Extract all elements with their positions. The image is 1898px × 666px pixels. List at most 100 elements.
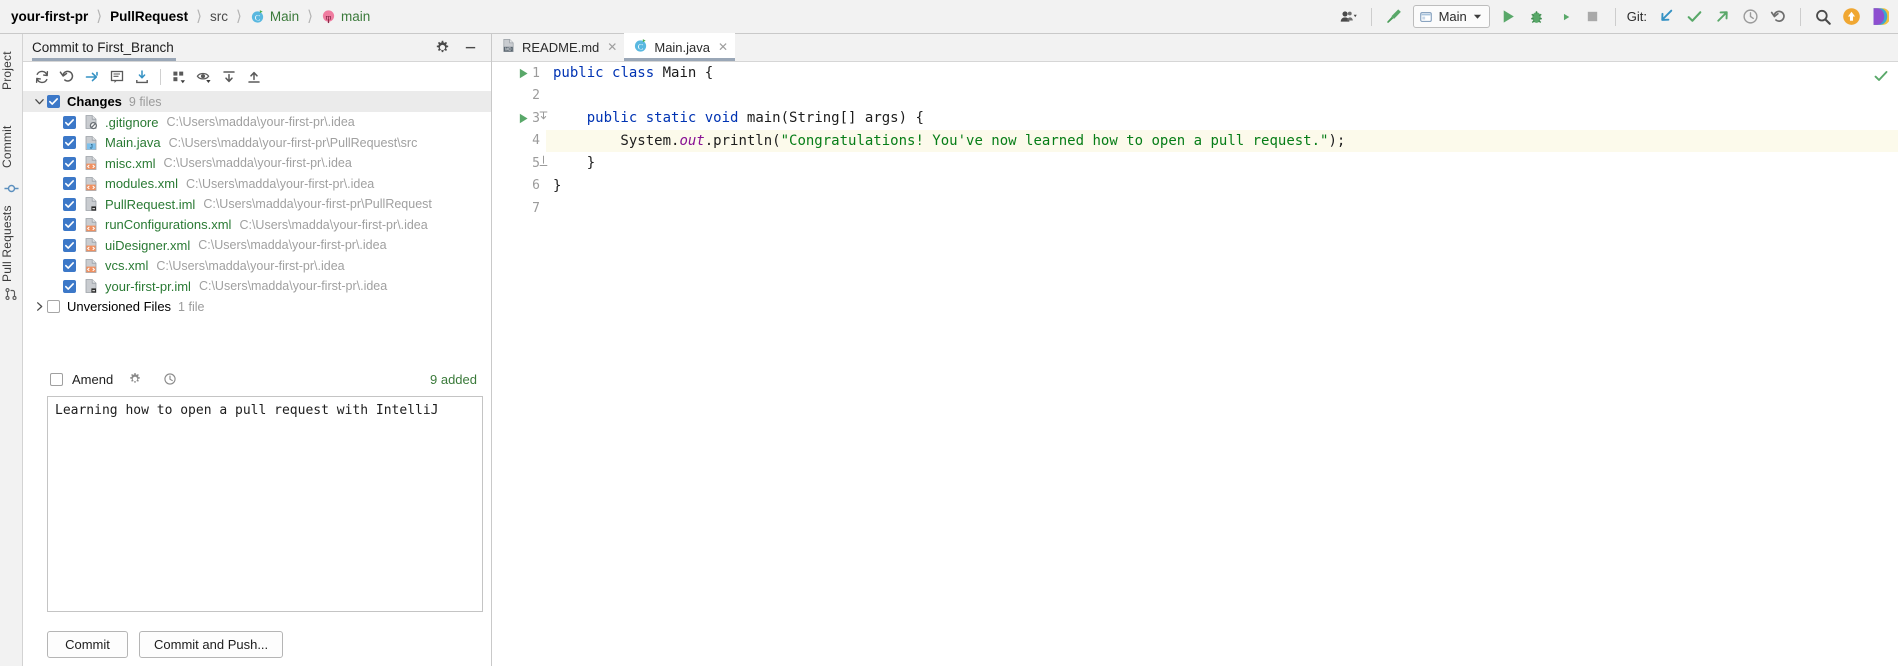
file-path: C:\Users\madda\your-first-pr\PullRequest [203,197,432,212]
file-checkbox[interactable] [63,156,76,170]
search-everywhere-icon[interactable] [1810,4,1836,30]
navigation-bar: your-first-pr ⟩ PullRequest ⟩ src ⟩ C Ma… [0,0,1898,34]
preview-diff-icon[interactable] [192,65,216,89]
code-line: } [553,177,562,194]
chevron-right-icon[interactable] [31,301,47,312]
file-checkbox[interactable] [63,218,76,232]
file-path: C:\Users\madda\your-first-pr\PullRequest… [168,135,418,150]
toolbar-divider [1614,7,1616,26]
breadcrumb-separator: ⟩ [96,7,103,25]
rollback-icon[interactable] [55,65,79,89]
build-hammer-icon[interactable] [1381,4,1407,30]
code-line: public class Main { [553,65,714,81]
file-path: C:\Users\madda\your-first-pr\.idea [166,115,355,130]
breadcrumb-item-method[interactable]: m main [319,0,372,33]
toolbar-divider [160,68,161,85]
sidebar-tab-label: Commit [0,125,14,169]
tab-readme-md[interactable]: MD README.md ✕ [492,33,624,61]
java-class-icon: C [250,9,265,24]
amend-checkbox[interactable] [50,372,63,386]
commit-message-input[interactable]: Learning how to open a pull request with… [47,396,483,612]
file-checkbox[interactable] [63,238,76,252]
code-line-highlighted: System.out.println("Congratulations! You… [546,129,1898,152]
editor-scrollbar[interactable] [1884,62,1898,666]
run-coverage-icon[interactable] [1552,4,1578,30]
commit-actions: Commit Commit and Push... [47,631,284,658]
commit-and-push-button[interactable]: Commit and Push... [139,631,284,658]
commit-options-gear-icon[interactable] [122,366,148,392]
changes-tree: Changes 9 files .gitignore C:\Users\madd… [23,91,491,317]
table-row[interactable]: runConfigurations.xml C:\Users\madda\you… [23,215,491,236]
breadcrumb-item-module[interactable]: PullRequest [108,0,190,33]
table-row[interactable]: J Main.java C:\Users\madda\your-first-pr… [23,133,491,154]
chevron-down-icon[interactable] [31,96,47,107]
file-checkbox[interactable] [63,115,76,129]
git-update-icon[interactable] [1653,4,1679,30]
file-checkbox[interactable] [63,279,76,293]
run-method-gutter-icon[interactable] [517,112,530,128]
editor-gutter[interactable]: 1 2 3 4 5 6 7 [492,62,548,666]
account-icon[interactable] [1336,4,1362,30]
file-checkbox[interactable] [63,259,76,273]
settings-gear-icon[interactable] [429,35,455,61]
svg-text:J: J [90,144,93,150]
updates-icon[interactable] [1838,4,1864,30]
run-configuration-selector[interactable]: Main [1412,5,1490,28]
svg-text:C: C [638,41,644,51]
markdown-file-icon: MD [501,38,516,56]
chevron-down-icon [1473,14,1481,19]
sidebar-tab-project[interactable]: Project [0,40,23,102]
run-class-gutter-icon[interactable] [517,67,530,83]
git-history-icon[interactable] [1737,4,1763,30]
expand-all-icon[interactable] [217,65,241,89]
line-number: 4 [532,133,540,149]
table-row[interactable]: your-first-pr.iml C:\Users\madda\your-fi… [23,276,491,297]
file-name: modules.xml [105,176,178,192]
close-icon[interactable]: ✕ [607,40,617,54]
table-row[interactable]: PullRequest.iml C:\Users\madda\your-firs… [23,194,491,215]
changes-group-checkbox[interactable] [47,95,60,108]
breadcrumb-item-class[interactable]: C Main [248,0,301,33]
code-lines[interactable]: public class Main { public static void m… [546,62,1898,666]
file-checkbox[interactable] [63,136,76,150]
git-commit-check-icon[interactable] [1681,4,1707,30]
git-rollback-icon[interactable] [1765,4,1791,30]
table-row[interactable]: uiDesigner.xml C:\Users\madda\your-first… [23,235,491,256]
unversioned-files-checkbox[interactable] [47,300,60,314]
commit-pane-tab[interactable]: Commit to First_Branch [23,34,183,61]
ide-logo-icon[interactable] [1866,4,1892,30]
table-row[interactable]: .gitignore C:\Users\madda\your-first-pr\… [23,112,491,133]
tab-main-java[interactable]: C Main.java ✕ [624,33,736,61]
hide-minimize-icon[interactable] [457,35,483,61]
table-row[interactable]: misc.xml C:\Users\madda\your-first-pr\.i… [23,153,491,174]
breadcrumb-item-src[interactable]: src [208,0,230,33]
show-diff-icon[interactable] [105,65,129,89]
debug-icon[interactable] [1524,4,1550,30]
left-tool-strip: Project Commit Pull Requests [0,34,23,666]
refresh-changes-icon[interactable] [30,65,54,89]
stop-icon[interactable] [1580,4,1606,30]
file-checkbox[interactable] [63,177,76,191]
code-editor[interactable]: 1 2 3 4 5 6 7 public class Main {public… [492,62,1898,666]
breadcrumb-item-project[interactable]: your-first-pr [9,0,90,33]
move-to-changelist-icon[interactable] [80,65,104,89]
sidebar-tab-commit[interactable]: Commit [0,116,23,178]
table-row[interactable]: modules.xml C:\Users\madda\your-first-pr… [23,174,491,195]
run-icon[interactable] [1496,4,1522,30]
commit-message-history-icon[interactable] [157,366,183,392]
changes-group-row[interactable]: Changes 9 files [23,91,491,112]
sidebar-tab-pull-requests[interactable]: Pull Requests [0,192,23,296]
group-by-icon[interactable] [167,65,191,89]
table-row[interactable]: vcs.xml C:\Users\madda\your-first-pr\.id… [23,256,491,277]
breadcrumb-separator: ⟩ [235,7,242,25]
tab-label: Main.java [654,39,710,55]
collapse-all-icon[interactable] [242,65,266,89]
close-icon[interactable]: ✕ [718,40,728,54]
git-push-icon[interactable] [1709,4,1735,30]
unversioned-files-group-row[interactable]: Unversioned Files 1 file [23,297,491,318]
shelve-changes-icon[interactable] [130,65,154,89]
file-checkbox[interactable] [63,197,76,211]
commit-button[interactable]: Commit [47,631,128,658]
toolbar-divider [1370,7,1372,26]
